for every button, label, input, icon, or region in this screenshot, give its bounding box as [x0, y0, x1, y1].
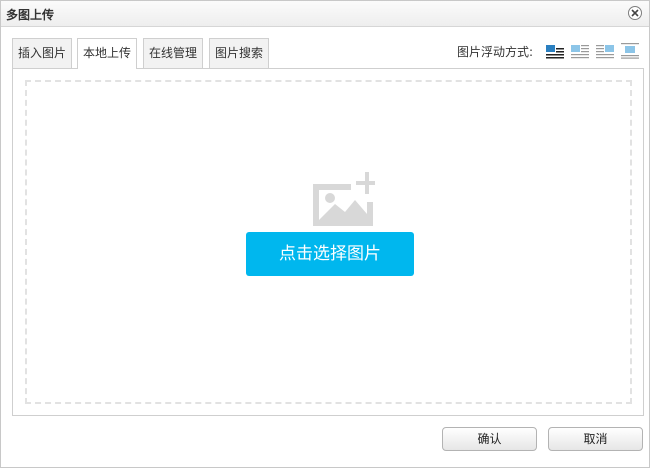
- multi-image-upload-dialog: 多图上传 插入图片 本地上传 在线管理 图片搜索 图片浮动方式: 点击选择图片 …: [0, 0, 650, 468]
- tab-local-upload[interactable]: 本地上传: [77, 38, 138, 69]
- add-image-icon: [311, 172, 378, 231]
- align-center-icon[interactable]: [620, 42, 640, 59]
- tab-insert-image[interactable]: 插入图片: [12, 38, 73, 68]
- upload-dropzone[interactable]: 点击选择图片: [25, 80, 632, 404]
- local-upload-panel: 点击选择图片: [12, 68, 644, 416]
- cancel-button[interactable]: 取消: [548, 427, 643, 451]
- image-float-label: 图片浮动方式:: [457, 45, 534, 59]
- align-left-icon[interactable]: [570, 42, 590, 59]
- dialog-titlebar[interactable]: 多图上传: [1, 1, 649, 27]
- dialog-title: 多图上传: [6, 8, 55, 22]
- tab-image-search[interactable]: 图片搜索: [209, 38, 270, 68]
- confirm-button[interactable]: 确认: [442, 427, 537, 451]
- close-icon[interactable]: [628, 6, 642, 20]
- align-none-icon[interactable]: [545, 42, 565, 59]
- pick-image-button[interactable]: 点击选择图片: [246, 232, 414, 276]
- tab-online-manage[interactable]: 在线管理: [143, 38, 204, 68]
- align-right-icon[interactable]: [595, 42, 615, 59]
